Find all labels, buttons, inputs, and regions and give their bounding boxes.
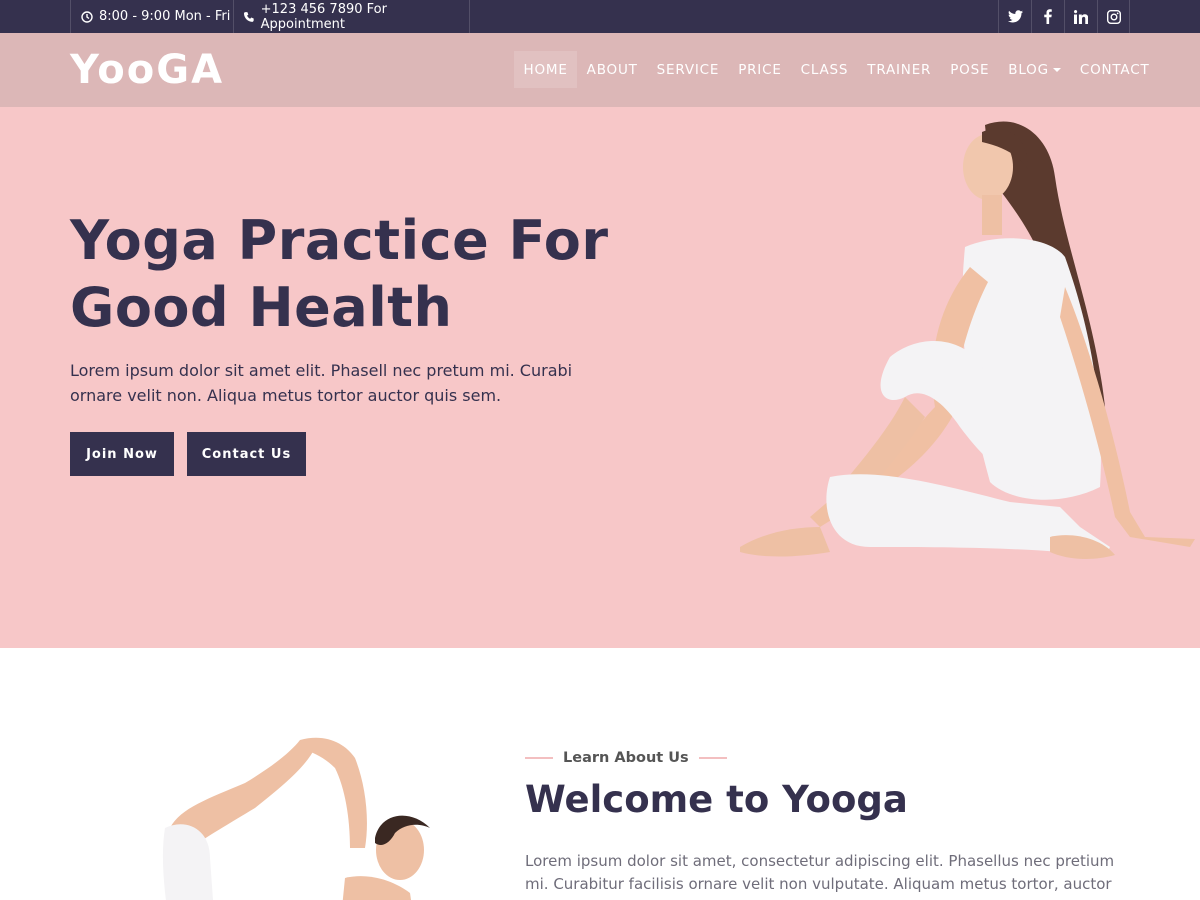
main-navbar: YooGA HOME ABOUT SERVICE PRICE CLASS TRA…	[0, 33, 1200, 107]
facebook-icon[interactable]	[1031, 0, 1064, 33]
nav-item-service[interactable]: SERVICE	[647, 51, 729, 88]
nav-item-trainer[interactable]: TRAINER	[858, 51, 941, 88]
nav-item-home[interactable]: HOME	[514, 51, 578, 88]
join-now-button[interactable]: Join Now	[70, 432, 174, 476]
nav-item-blog[interactable]: BLOG	[999, 51, 1071, 88]
caret-down-icon	[1052, 67, 1061, 72]
hero-title-line2: Good Health	[70, 276, 453, 339]
twitter-icon[interactable]	[998, 0, 1031, 33]
phone-info: +123 456 7890 For Appointment	[233, 0, 470, 33]
hours-text: 8:00 - 9:00 Mon - Fri	[99, 9, 231, 24]
subtitle-line-left	[525, 757, 553, 759]
about-section: Learn About Us Welcome to Yooga Lorem ip…	[0, 648, 1200, 900]
nav-item-pose[interactable]: POSE	[941, 51, 999, 88]
about-subtitle: Learn About Us	[525, 750, 727, 766]
subtitle-line-right	[698, 757, 727, 759]
contact-us-button[interactable]: Contact Us	[187, 432, 306, 476]
linkedin-icon[interactable]	[1064, 0, 1097, 33]
nav-item-contact[interactable]: CONTACT	[1070, 51, 1159, 88]
instagram-icon[interactable]	[1097, 0, 1130, 33]
clock-icon	[81, 10, 93, 23]
nav-menu: HOME ABOUT SERVICE PRICE CLASS TRAINER P…	[514, 51, 1159, 88]
nav-item-about[interactable]: ABOUT	[577, 51, 647, 88]
about-subtitle-text: Learn About Us	[563, 750, 689, 766]
nav-item-class[interactable]: CLASS	[791, 51, 858, 88]
hero-text: Lorem ipsum dolor sit amet elit. Phasell…	[70, 361, 573, 405]
nav-item-price[interactable]: PRICE	[729, 51, 791, 88]
about-text: Lorem ipsum dolor sit amet, consectetur …	[525, 852, 1115, 900]
hours-info: 8:00 - 9:00 Mon - Fri	[70, 0, 233, 33]
phone-icon	[243, 11, 254, 22]
hero-title-line1: Yoga Practice For	[70, 209, 609, 272]
about-title: Welcome to Yooga	[525, 778, 908, 821]
phone-text: +123 456 7890 For Appointment	[260, 1, 387, 32]
top-bar: 8:00 - 9:00 Mon - Fri +123 456 7890 For …	[0, 0, 1200, 33]
hero-section: Yoga Practice For Good Health Lorem ipsu…	[0, 107, 1200, 648]
yoga-pose-image	[162, 737, 430, 900]
hero-title: Yoga Practice For Good Health	[70, 207, 630, 341]
site-logo[interactable]: YooGA	[70, 47, 224, 93]
yoga-woman-image	[740, 121, 1195, 559]
